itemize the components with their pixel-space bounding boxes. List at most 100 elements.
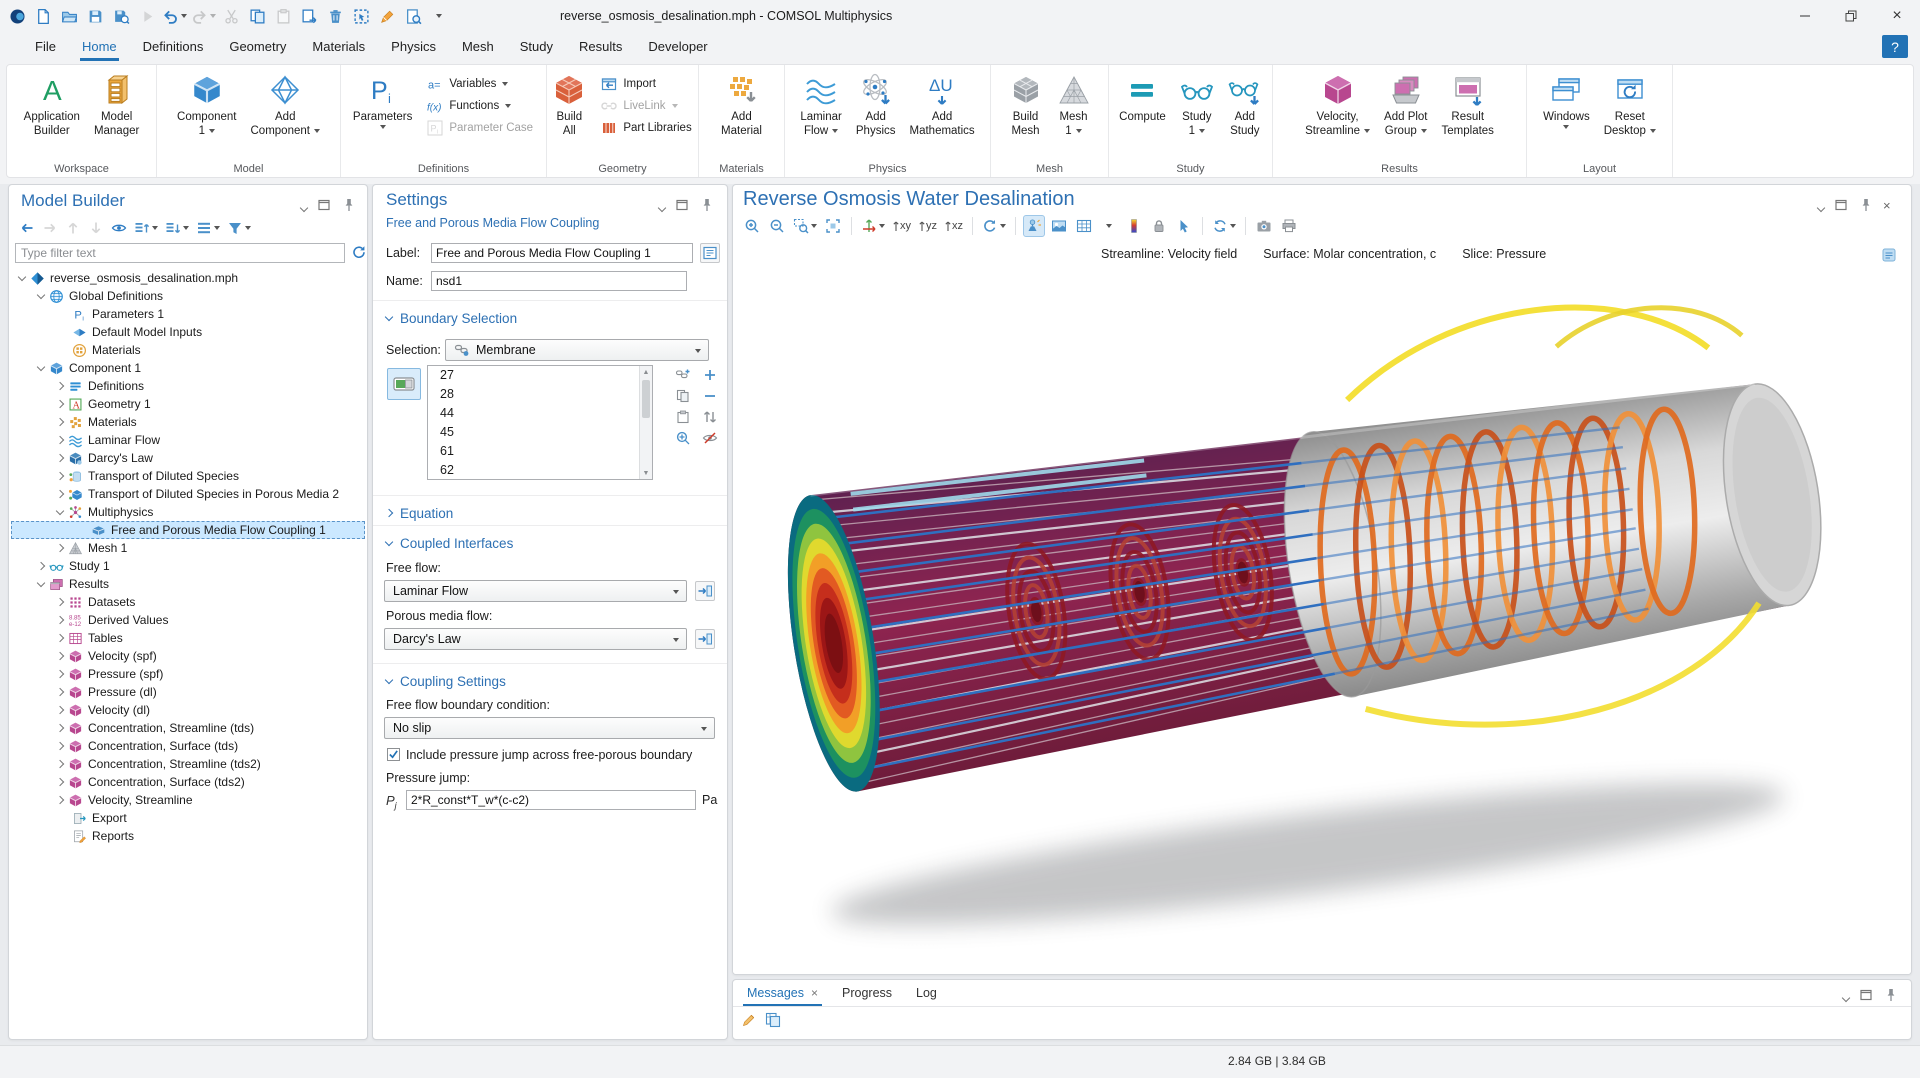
plot-settings-button[interactable] bbox=[1098, 215, 1120, 237]
search-doc-button[interactable] bbox=[402, 4, 424, 28]
expand-toggle[interactable] bbox=[56, 652, 64, 660]
free-flow-combo[interactable]: Laminar Flow bbox=[384, 580, 687, 602]
expand-toggle[interactable] bbox=[56, 706, 64, 714]
tree-item[interactable]: Pressure (spf) bbox=[11, 665, 365, 683]
panel-float-button[interactable] bbox=[1833, 197, 1849, 216]
tree-item[interactable]: Transport of Diluted Species in Porous M… bbox=[11, 485, 365, 503]
snapshot-button[interactable] bbox=[1253, 215, 1275, 237]
highlight-button[interactable] bbox=[376, 4, 398, 28]
menu-tab-study[interactable]: Study bbox=[507, 32, 566, 62]
ribbon-build-mesh-button[interactable]: BuildMesh bbox=[1002, 72, 1050, 139]
ribbon-application-builder-button[interactable]: AApplicationBuilder bbox=[17, 72, 87, 139]
menu-tab-file[interactable]: File bbox=[22, 32, 69, 62]
tree-item[interactable]: Multiphysics bbox=[11, 503, 365, 521]
zoom-in-button[interactable] bbox=[741, 215, 763, 237]
label-input[interactable] bbox=[431, 243, 693, 263]
tree-item[interactable]: Materials bbox=[11, 341, 365, 359]
tree-item[interactable]: PiParameters 1 bbox=[11, 305, 365, 323]
tree-item[interactable]: Export bbox=[11, 809, 365, 827]
panel-collapse-button[interactable] bbox=[659, 200, 665, 214]
tree-item[interactable]: Component 1 bbox=[11, 359, 365, 377]
panel-pin-button[interactable] bbox=[1883, 987, 1899, 1006]
tree-item[interactable]: Default Model Inputs bbox=[11, 323, 365, 341]
tree-item[interactable]: Free and Porous Media Flow Coupling 1 bbox=[11, 521, 365, 539]
clear-messages-button[interactable] bbox=[741, 1012, 757, 1031]
tree-item[interactable]: Concentration, Streamline (tds) bbox=[11, 719, 365, 737]
move-down-button[interactable] bbox=[88, 218, 104, 238]
tree-item[interactable]: Tables bbox=[11, 629, 365, 647]
copy-selection-button[interactable] bbox=[673, 387, 693, 405]
tree-item[interactable]: 8.85e-12Derived Values bbox=[11, 611, 365, 629]
expand-toggle[interactable] bbox=[56, 742, 64, 750]
tree-item[interactable]: Concentration, Surface (tds2) bbox=[11, 773, 365, 791]
tab-messages[interactable]: Messages× bbox=[735, 980, 830, 1006]
color-legend-button[interactable] bbox=[1123, 215, 1145, 237]
ribbon-add-physics-button[interactable]: AddPhysics bbox=[849, 72, 903, 139]
collapse-toggle[interactable] bbox=[37, 362, 45, 370]
cut-button[interactable] bbox=[220, 4, 242, 28]
delete-button[interactable] bbox=[324, 4, 346, 28]
pressure-jump-input[interactable] bbox=[406, 790, 696, 810]
section-coupling-settings[interactable]: Coupling Settings bbox=[373, 663, 727, 691]
update-plot-button[interactable] bbox=[1210, 215, 1238, 237]
image-grid-button[interactable] bbox=[1073, 215, 1095, 237]
tree-item[interactable]: Velocity (dl) bbox=[11, 701, 365, 719]
paste-selection-button[interactable] bbox=[673, 408, 693, 426]
rename-button[interactable] bbox=[700, 243, 720, 263]
menu-tab-materials[interactable]: Materials bbox=[299, 32, 378, 62]
customize-button[interactable] bbox=[428, 4, 450, 28]
back-button[interactable] bbox=[19, 218, 35, 238]
section-boundary-selection[interactable]: Boundary Selection bbox=[373, 300, 727, 328]
tab-progress[interactable]: Progress bbox=[830, 980, 904, 1006]
zoom-box-button[interactable] bbox=[791, 215, 819, 237]
view-yz-button[interactable]: yz bbox=[916, 215, 939, 237]
name-input[interactable] bbox=[431, 271, 687, 291]
refresh-tree-icon[interactable] bbox=[351, 244, 367, 260]
menu-tab-home[interactable]: Home bbox=[69, 32, 130, 62]
tree-item[interactable]: AGeometry 1 bbox=[11, 395, 365, 413]
bc-combo[interactable]: No slip bbox=[384, 717, 715, 739]
expand-toggle[interactable] bbox=[56, 472, 64, 480]
default-view-button[interactable] bbox=[980, 215, 1008, 237]
list-scrollbar[interactable]: ▲ ▼ bbox=[639, 366, 652, 479]
menu-tab-definitions[interactable]: Definitions bbox=[130, 32, 217, 62]
selection-entity[interactable]: 61 bbox=[428, 442, 652, 461]
ribbon-add-study-button[interactable]: AddStudy bbox=[1221, 72, 1269, 139]
graphics-canvas[interactable] bbox=[733, 269, 1911, 974]
expand-toggle[interactable] bbox=[56, 670, 64, 678]
create-selection-button[interactable] bbox=[673, 366, 693, 384]
tree-item[interactable]: Reports bbox=[11, 827, 365, 845]
tree-item[interactable]: Laminar Flow bbox=[11, 431, 365, 449]
ribbon-part-libraries-button[interactable]: Part Libraries bbox=[601, 119, 691, 136]
panel-collapse-button[interactable] bbox=[301, 200, 307, 214]
ribbon-mesh-1-button[interactable]: Mesh1 bbox=[1050, 72, 1098, 139]
expand-toggle[interactable] bbox=[56, 436, 64, 444]
ribbon-velocity-streamline-button[interactable]: Velocity,Streamline bbox=[1298, 72, 1377, 139]
panel-pin-button[interactable] bbox=[341, 197, 357, 216]
tree-item[interactable]: Concentration, Surface (tds) bbox=[11, 737, 365, 755]
menu-tab-physics[interactable]: Physics bbox=[378, 32, 449, 62]
expand-toggle[interactable] bbox=[56, 490, 64, 498]
notes-icon[interactable] bbox=[1881, 247, 1897, 263]
tree-item[interactable]: Darcy's Law bbox=[11, 449, 365, 467]
expand-toggle[interactable] bbox=[56, 454, 64, 462]
panel-float-button[interactable] bbox=[316, 197, 332, 216]
ribbon-build-all-button[interactable]: BuildAll bbox=[545, 72, 593, 139]
expand-toggle[interactable] bbox=[56, 598, 64, 606]
scene-light-button[interactable] bbox=[1023, 215, 1045, 237]
tree-item[interactable]: Concentration, Streamline (tds2) bbox=[11, 755, 365, 773]
paste-button[interactable] bbox=[272, 4, 294, 28]
tree-item[interactable]: Materials bbox=[11, 413, 365, 431]
tree-item[interactable]: Results bbox=[11, 575, 365, 593]
selection-combo[interactable]: Membrane bbox=[445, 339, 709, 361]
axis-arrows-button[interactable] bbox=[859, 215, 887, 237]
ribbon-parameters-button[interactable]: PiParameters bbox=[346, 72, 419, 130]
tree-item[interactable]: Velocity (spf) bbox=[11, 647, 365, 665]
new-file-button[interactable] bbox=[32, 4, 54, 28]
forward-button[interactable] bbox=[42, 218, 58, 238]
print-button[interactable] bbox=[1278, 215, 1300, 237]
selection-entity[interactable]: 27 bbox=[428, 366, 652, 385]
deactivate-selection-button[interactable] bbox=[700, 429, 720, 447]
menu-tab-mesh[interactable]: Mesh bbox=[449, 32, 507, 62]
ribbon-component-1-button[interactable]: Component1 bbox=[170, 72, 243, 139]
